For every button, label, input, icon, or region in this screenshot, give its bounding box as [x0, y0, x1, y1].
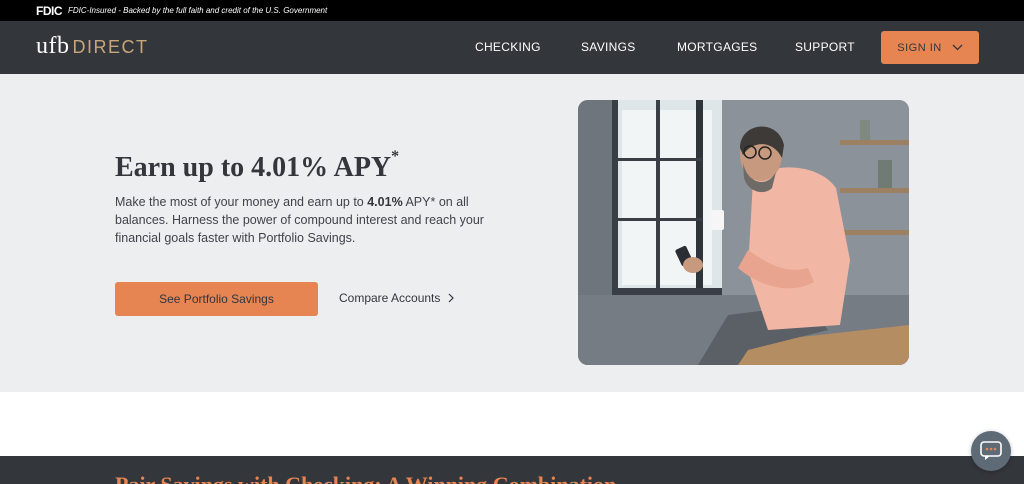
nav-mortgages[interactable]: MORTGAGES [677, 40, 758, 54]
see-portfolio-savings-button[interactable]: See Portfolio Savings [115, 282, 318, 316]
logo-ufb: ufb [36, 33, 70, 59]
pair-savings-section: Pair Savings with Checking: A Winning Co… [0, 456, 1024, 484]
fdic-logo: FDIC [36, 3, 63, 18]
hero-title-asterisk: * [391, 148, 400, 165]
chevron-down-icon [952, 44, 963, 51]
sign-in-button[interactable]: SIGN IN [881, 31, 979, 64]
compare-accounts-label: Compare Accounts [339, 291, 441, 305]
pair-savings-heading: Pair Savings with Checking: A Winning Co… [115, 472, 616, 484]
fdic-bar: FDIC FDIC-Insured - Backed by the full f… [0, 0, 1024, 21]
site-header: ufb DIRECT CHECKING SAVINGS MORTGAGES SU… [0, 21, 1024, 74]
hero-rate: 4.01% [367, 195, 403, 209]
nav-support[interactable]: SUPPORT [795, 40, 855, 54]
fdic-statement: FDIC-Insured - Backed by the full faith … [68, 6, 328, 15]
nav-checking[interactable]: CHECKING [475, 40, 541, 54]
chevron-right-icon [448, 293, 455, 303]
chat-bubble-icon [980, 441, 1002, 460]
nav-savings[interactable]: SAVINGS [581, 40, 636, 54]
ufb-direct-logo[interactable]: ufb DIRECT [36, 33, 149, 60]
compare-accounts-link[interactable]: Compare Accounts [339, 291, 455, 305]
chat-button[interactable] [971, 431, 1011, 471]
man-with-phone-image [578, 100, 909, 365]
hero-photo [578, 100, 909, 365]
logo-direct: DIRECT [72, 37, 149, 57]
hero-description: Make the most of your money and earn up … [115, 195, 484, 245]
sign-in-label: SIGN IN [897, 41, 942, 54]
hero-title: Earn up to 4.01% APY* [115, 148, 400, 183]
hero-section: Earn up to 4.01% APY* Make the most of y… [0, 74, 1024, 392]
